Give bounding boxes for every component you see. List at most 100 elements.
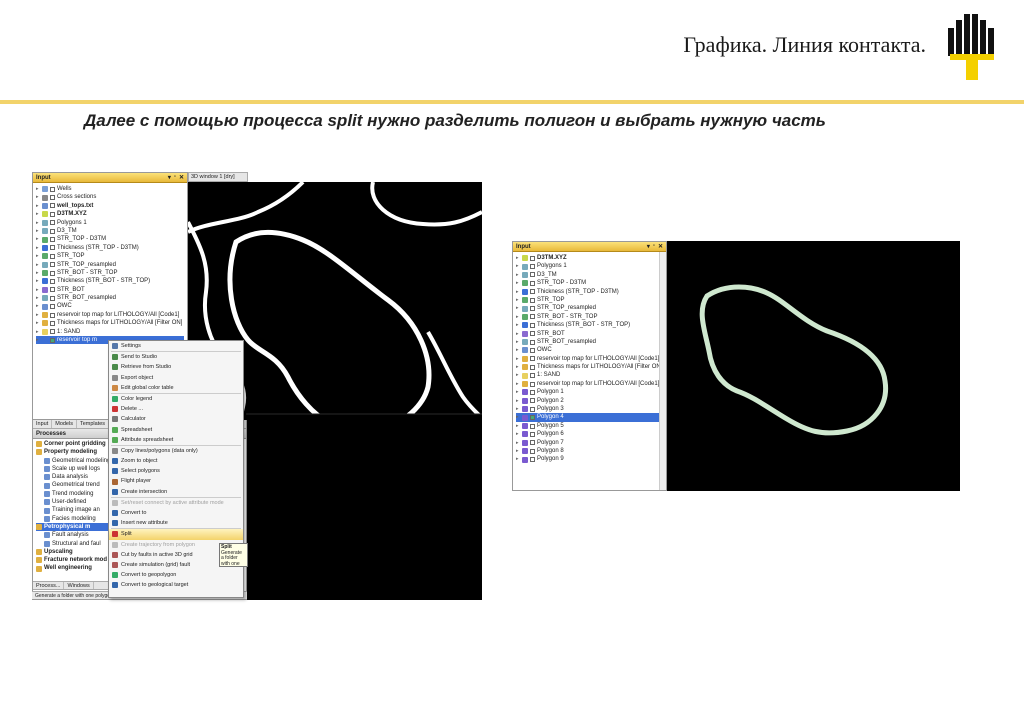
tree-item[interactable]: ▸ well_tops.txt — [36, 202, 184, 210]
close-icon[interactable]: ✕ — [179, 174, 184, 181]
expand-icon[interactable]: ▸ — [516, 262, 520, 270]
expand-icon[interactable]: ▸ — [36, 185, 40, 193]
tab-process[interactable]: Process... — [33, 582, 65, 589]
menu-item-flight-player[interactable]: Flight player — [109, 476, 243, 486]
tree-item[interactable]: ▸ STR_TOP — [516, 296, 663, 304]
visibility-checkbox[interactable] — [530, 356, 535, 362]
expand-icon[interactable]: ▸ — [36, 319, 40, 327]
tree-item[interactable]: ▸ STR_BOT_resampled — [516, 338, 663, 346]
tree-item[interactable]: ▸ STR_BOT - STR_TOP — [36, 269, 184, 277]
menu-item-split[interactable]: Split — [109, 529, 243, 540]
expand-icon[interactable]: ▸ — [516, 346, 520, 354]
visibility-checkbox[interactable] — [50, 278, 55, 284]
tree-item[interactable]: ▸ reservoir top map for LITHOLOGY/All [Co… — [516, 380, 663, 388]
expand-icon[interactable]: ▸ — [36, 269, 40, 277]
expand-icon[interactable]: ▸ — [516, 447, 520, 455]
tree-item[interactable]: ▸ reservoir top map for LITHOLOGY/All [Co… — [516, 355, 663, 363]
expand-icon[interactable]: ▸ — [516, 304, 520, 312]
expand-icon[interactable]: ▸ — [36, 302, 40, 310]
tab-models[interactable]: Models — [52, 420, 77, 428]
expand-icon[interactable]: ▸ — [516, 296, 520, 304]
tree-item[interactable]: ▸ Thickness maps for LITHOLOGY/All [Filte… — [36, 319, 184, 327]
expand-icon[interactable]: ▸ — [36, 286, 40, 294]
expand-icon[interactable]: ▸ — [36, 219, 40, 227]
expand-icon[interactable]: ▸ — [516, 413, 520, 421]
tree-item[interactable]: ▸ Polygon 3 — [516, 405, 663, 413]
menu-item-copy-lines-polygons-data-only[interactable]: Copy lines/polygons (data only) — [109, 446, 243, 456]
expand-icon[interactable]: ▸ — [516, 422, 520, 430]
expand-icon[interactable]: ▸ — [516, 430, 520, 438]
menu-item-retrieve-from-studio[interactable]: Retrieve from Studio — [109, 362, 243, 372]
menu-item-delete[interactable]: Delete ... — [109, 404, 243, 414]
menu-item-calculator[interactable]: Calculator — [109, 414, 243, 424]
tree-item[interactable]: ▸ D3TM.XYZ — [36, 210, 184, 218]
visibility-checkbox[interactable] — [50, 220, 55, 226]
expand-icon[interactable]: ▸ — [36, 294, 40, 302]
visibility-checkbox[interactable] — [530, 289, 535, 295]
expand-icon[interactable]: ▸ — [516, 405, 520, 413]
visibility-checkbox[interactable] — [50, 262, 55, 268]
expand-icon[interactable]: ▸ — [516, 288, 520, 296]
visibility-checkbox[interactable] — [530, 389, 535, 395]
visibility-checkbox[interactable] — [530, 373, 535, 379]
visibility-checkbox[interactable] — [530, 339, 535, 345]
menu-item-insert-new-attribute[interactable]: Insert new attribute — [109, 518, 243, 528]
visibility-checkbox[interactable] — [530, 347, 535, 353]
tree-item[interactable]: ▸ OWC — [516, 346, 663, 354]
visibility-checkbox[interactable] — [50, 228, 55, 234]
visibility-checkbox[interactable] — [530, 423, 535, 429]
expand-icon[interactable]: ▸ — [36, 277, 40, 285]
right-scrollbar[interactable] — [659, 252, 666, 490]
tree-item[interactable]: ▸ STR_TOP_resampled — [516, 304, 663, 312]
expand-icon[interactable]: ▸ — [516, 380, 520, 388]
expand-icon[interactable]: ▸ — [36, 235, 40, 243]
expand-icon[interactable]: ▸ — [36, 193, 40, 201]
expand-icon[interactable]: ▸ — [516, 355, 520, 363]
menu-item-convert-to[interactable]: Convert to — [109, 508, 243, 518]
tree-item[interactable]: ▸ Polygons 1 — [516, 262, 663, 270]
tree-item[interactable]: ▸ Thickness (STR_BOT - STR_TOP) — [516, 321, 663, 329]
tree-item[interactable]: ▸ Polygon 6 — [516, 430, 663, 438]
menu-item-color-legend[interactable]: Color legend — [109, 394, 243, 404]
tree-item[interactable]: ▸ STR_BOT - STR_TOP — [516, 313, 663, 321]
expand-icon[interactable]: ▸ — [516, 279, 520, 287]
tree-item[interactable]: ▸ Thickness (STR_BOT - STR_TOP) — [36, 277, 184, 285]
tree-item[interactable]: ▸ STR_BOT — [36, 286, 184, 294]
visibility-checkbox[interactable] — [50, 295, 55, 301]
pin-icon[interactable]: ▾ — [168, 174, 171, 181]
visibility-checkbox[interactable] — [530, 322, 535, 328]
tree-item[interactable]: ▸ STR_TOP - D3TM — [516, 279, 663, 287]
tree-item[interactable]: ▸ D3_TM — [516, 271, 663, 279]
tree-item[interactable]: ▸ Polygon 1 — [516, 388, 663, 396]
tree-item[interactable]: ▸ reservoir top map for LITHOLOGY/All [Co… — [36, 311, 184, 319]
visibility-checkbox[interactable] — [530, 431, 535, 437]
pin-icon[interactable]: ▾ — [647, 243, 650, 250]
expand-icon[interactable]: ▸ — [516, 338, 520, 346]
visibility-checkbox[interactable] — [50, 245, 55, 251]
menu-item-zoom-to-object[interactable]: Zoom to object — [109, 456, 243, 466]
expand-icon[interactable]: ▸ — [516, 321, 520, 329]
tree-item[interactable]: ▸ STR_TOP - D3TM — [36, 235, 184, 243]
tree-item[interactable]: ▸ D3_TM — [36, 227, 184, 235]
visibility-checkbox[interactable] — [50, 270, 55, 276]
visibility-checkbox[interactable] — [530, 297, 535, 303]
tree-item[interactable]: ▸ Polygon 9 — [516, 455, 663, 463]
visibility-checkbox[interactable] — [530, 381, 535, 387]
visibility-checkbox[interactable] — [530, 255, 535, 261]
expand-icon[interactable]: ▸ — [36, 202, 40, 210]
visibility-checkbox[interactable] — [530, 306, 535, 312]
visibility-checkbox[interactable] — [530, 314, 535, 320]
tree-item[interactable]: ▸ STR_BOT — [516, 330, 663, 338]
visibility-checkbox[interactable] — [50, 253, 55, 259]
tree-item[interactable]: ▸ Thickness (STR_TOP - D3TM) — [36, 244, 184, 252]
expand-icon[interactable]: ▸ — [516, 330, 520, 338]
visibility-checkbox[interactable] — [50, 211, 55, 217]
visibility-checkbox[interactable] — [50, 186, 55, 192]
right-3d-viewport[interactable] — [667, 241, 960, 491]
visibility-checkbox[interactable] — [530, 406, 535, 412]
tree-item[interactable]: ▸ 1: SAND — [516, 371, 663, 379]
tab-windows[interactable]: Windows — [64, 582, 94, 589]
visibility-checkbox[interactable] — [530, 264, 535, 270]
menu-item-export-object[interactable]: Export object — [109, 373, 243, 383]
menu-item-edit-global-color-table[interactable]: Edit global color table — [109, 383, 243, 393]
